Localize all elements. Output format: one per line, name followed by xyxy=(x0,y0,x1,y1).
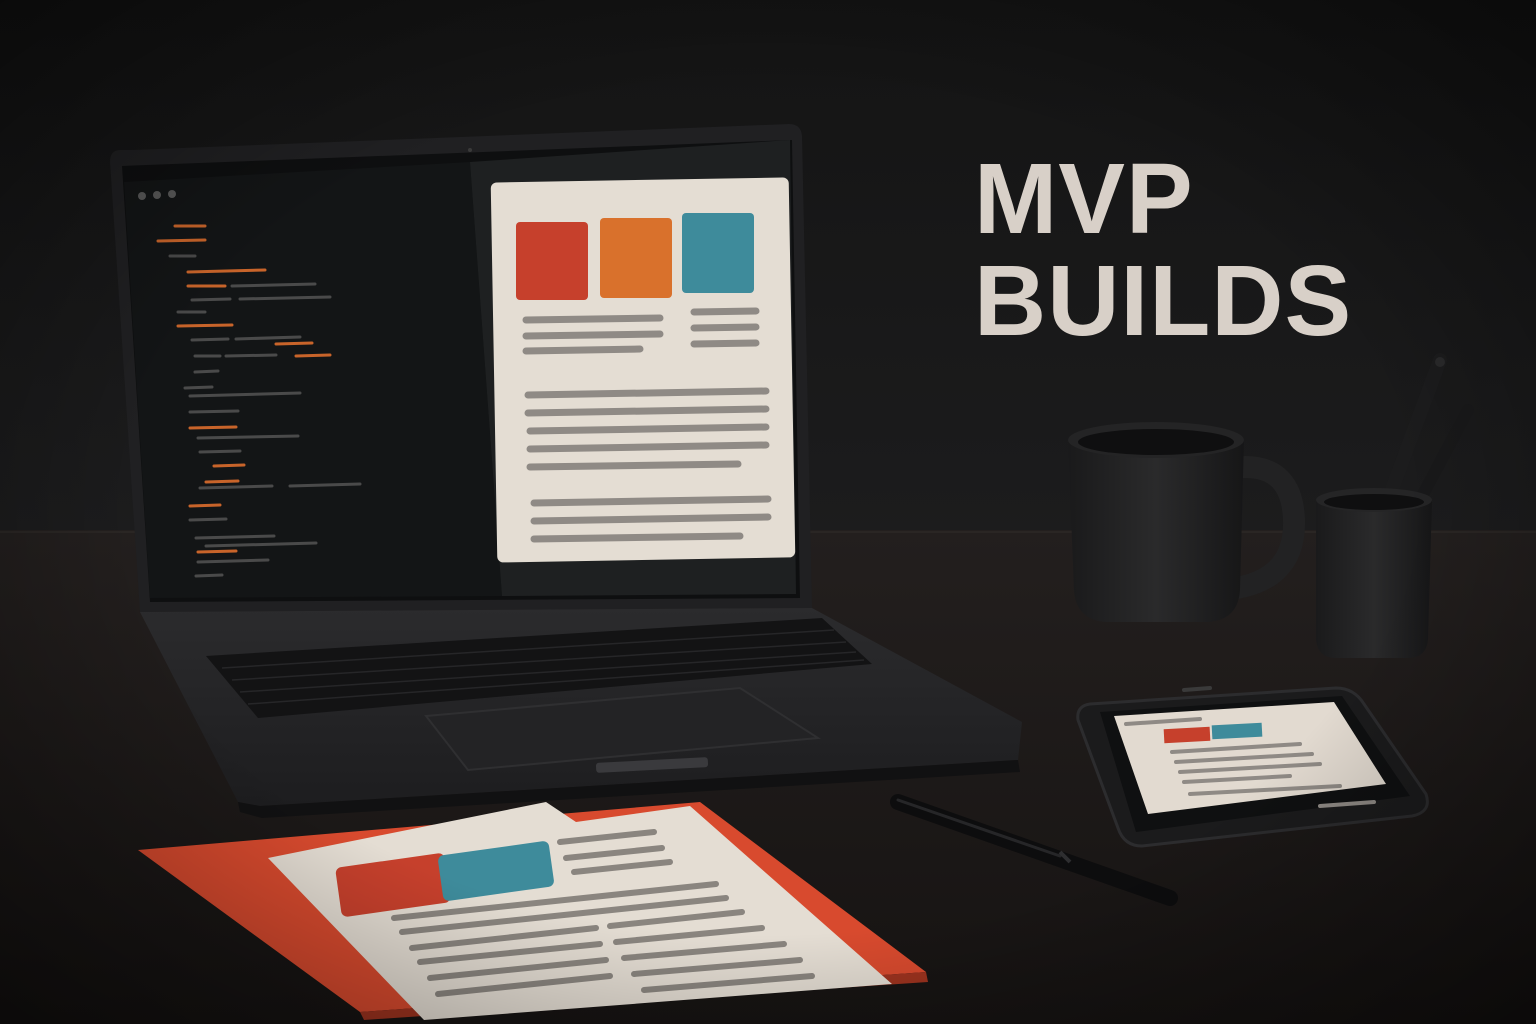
hero-scene: MVP BUILDS xyxy=(0,0,1536,1024)
phone-red-block xyxy=(1163,726,1211,744)
preview-teal-block xyxy=(682,213,754,293)
preview-red-block xyxy=(516,222,588,300)
preview-orange-block xyxy=(600,218,672,298)
phone-teal-block xyxy=(1211,722,1263,740)
desk-illustration xyxy=(0,0,1536,1024)
preview-document xyxy=(490,177,796,563)
